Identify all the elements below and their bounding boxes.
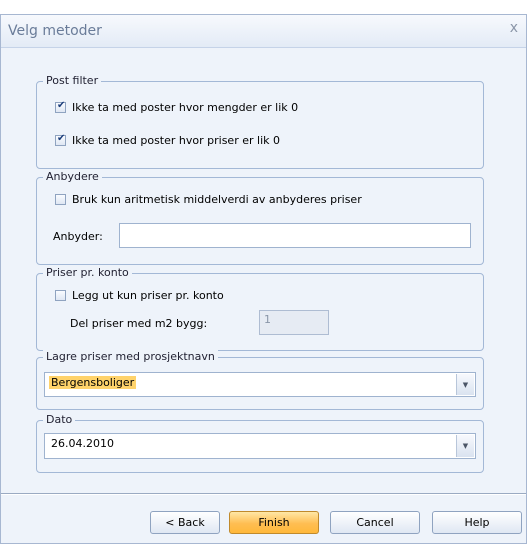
priser-pr-konto-group: Priser pr. konto Legg ut kun priser pr. … bbox=[36, 266, 484, 351]
dialog-window: Velg metoder x Post filter ✔ Ikke ta med… bbox=[0, 14, 527, 544]
anbydere-legend: Anbydere bbox=[43, 170, 102, 183]
option-arithmetic-mean[interactable]: Bruk kun aritmetisk middelverdi av anbyd… bbox=[55, 193, 362, 206]
divider bbox=[1, 493, 526, 495]
chevron-down-icon[interactable]: ▼ bbox=[456, 374, 474, 395]
date-combobox[interactable]: 26.04.2010 ▼ bbox=[44, 433, 476, 459]
title-bar[interactable]: Velg metoder x bbox=[1, 15, 526, 48]
checkmark-icon: ✔ bbox=[57, 100, 66, 111]
option-exclude-zero-price[interactable]: ✔ Ikke ta med poster hvor priser er lik … bbox=[55, 133, 280, 147]
checkbox-label: Legg ut kun priser pr. konto bbox=[72, 289, 224, 302]
checkbox[interactable] bbox=[55, 194, 66, 205]
checkbox-label: Ikke ta med poster hvor mengder er lik 0 bbox=[72, 101, 299, 114]
lagre-priser-group: Lagre priser med prosjektnavn Bergensbol… bbox=[36, 350, 484, 410]
checkbox-label: Ikke ta med poster hvor priser er lik 0 bbox=[72, 134, 280, 147]
option-priser-pr-konto[interactable]: Legg ut kun priser pr. konto bbox=[55, 289, 224, 302]
checkbox[interactable]: ✔ bbox=[55, 133, 66, 146]
cancel-button[interactable]: Cancel bbox=[330, 511, 420, 534]
priser-pr-konto-legend: Priser pr. konto bbox=[43, 266, 132, 279]
del-priser-label: Del priser med m2 bygg: bbox=[70, 317, 208, 330]
anbydere-group: Anbydere Bruk kun aritmetisk middelverdi… bbox=[36, 170, 484, 265]
option-exclude-zero-quantity[interactable]: ✔ Ikke ta med poster hvor mengder er lik… bbox=[55, 100, 299, 114]
back-button[interactable]: < Back bbox=[150, 511, 220, 534]
checkbox-label: Bruk kun aritmetisk middelverdi av anbyd… bbox=[72, 193, 362, 206]
post-filter-legend: Post filter bbox=[43, 74, 102, 87]
post-filter-group: Post filter ✔ Ikke ta med poster hvor me… bbox=[36, 74, 484, 169]
checkmark-icon: ✔ bbox=[57, 133, 66, 144]
anbyder-input[interactable] bbox=[119, 223, 471, 248]
project-name-value: Bergensboliger bbox=[49, 376, 137, 389]
checkbox[interactable] bbox=[55, 290, 66, 301]
lagre-priser-legend: Lagre priser med prosjektnavn bbox=[43, 350, 218, 363]
finish-button[interactable]: Finish bbox=[229, 511, 319, 534]
date-value: 26.04.2010 bbox=[51, 437, 114, 450]
close-icon[interactable]: x bbox=[510, 20, 518, 36]
anbyder-label: Anbyder: bbox=[53, 230, 103, 243]
window-title: Velg metoder bbox=[8, 23, 102, 39]
help-button[interactable]: Help bbox=[432, 511, 522, 534]
m2-bygg-input: 1 bbox=[259, 310, 329, 335]
dato-legend: Dato bbox=[43, 413, 76, 426]
checkbox[interactable]: ✔ bbox=[55, 100, 66, 113]
dato-group: Dato 26.04.2010 ▼ bbox=[36, 413, 484, 473]
project-name-combobox[interactable]: Bergensboliger ▼ bbox=[44, 372, 476, 397]
chevron-down-icon[interactable]: ▼ bbox=[456, 435, 474, 457]
